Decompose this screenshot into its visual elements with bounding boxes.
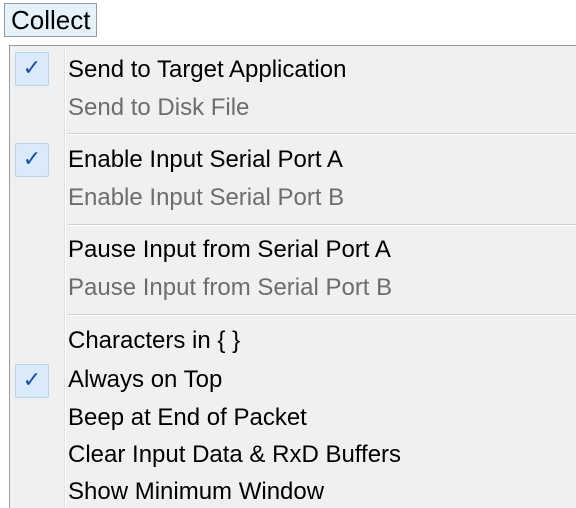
menu-item-characters-in-braces[interactable]: Characters in { } bbox=[68, 322, 240, 360]
menu-item-always-on-top[interactable]: Always on Top bbox=[68, 361, 222, 399]
menu-collect[interactable]: Collect bbox=[4, 3, 98, 37]
checkmark-icon: ✓ bbox=[22, 147, 42, 172]
menu-item-send-to-target-application[interactable]: Send to Target Application bbox=[68, 51, 346, 89]
menu-item-show-minimum-window[interactable]: Show Minimum Window bbox=[68, 473, 324, 508]
checkmark-icon: ✓ bbox=[22, 56, 42, 81]
menu-item-beep-at-end-of-packet[interactable]: Beep at End of Packet bbox=[68, 399, 307, 437]
checkmark-icon: ✓ bbox=[22, 368, 42, 393]
menu-separator bbox=[68, 133, 576, 135]
menu-item-send-to-disk-file: Send to Disk File bbox=[68, 94, 250, 121]
check-enable-port-a: ✓ bbox=[15, 143, 49, 177]
menu-item-enable-input-serial-port-b: Enable Input Serial Port B bbox=[68, 184, 345, 211]
check-send-to-target: ✓ bbox=[15, 52, 49, 86]
menu-item-clear-input-data[interactable]: Clear Input Data & RxD Buffers bbox=[68, 436, 401, 474]
page: Collect ✓ Send to Target Application Sen… bbox=[0, 0, 576, 508]
check-always-on-top: ✓ bbox=[15, 364, 49, 398]
menu-item-pause-input-serial-port-b: Pause Input from Serial Port B bbox=[68, 274, 393, 301]
menu-separator bbox=[68, 314, 576, 316]
menu-separator bbox=[68, 224, 576, 226]
menu-item-enable-input-serial-port-a[interactable]: Enable Input Serial Port A bbox=[68, 141, 343, 179]
menu-item-pause-input-serial-port-a[interactable]: Pause Input from Serial Port A bbox=[68, 231, 391, 269]
gutter-divider-highlight bbox=[65, 46, 66, 508]
dropdown-menu: ✓ Send to Target Application Send to Dis… bbox=[9, 45, 576, 508]
